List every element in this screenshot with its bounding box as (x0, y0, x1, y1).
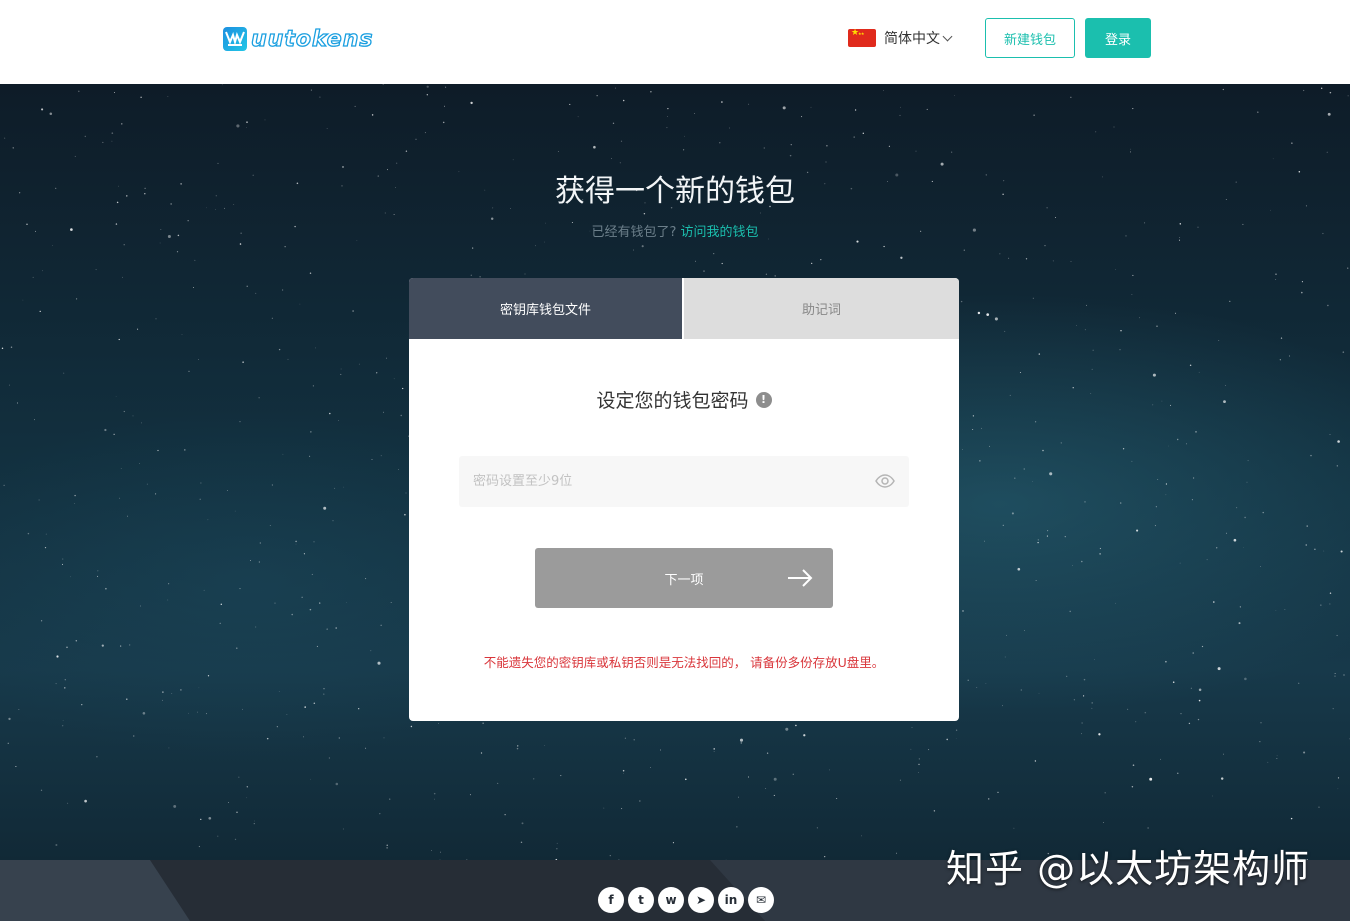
language-selector[interactable]: 简体中文 (848, 26, 953, 50)
wallet-card: 密钥库钱包文件 助记词 设定您的钱包密码 ! 下一项 不能遗失您的密钥库或私钥否… (409, 278, 959, 721)
logo[interactable]: uutokens (223, 26, 373, 52)
tab-bar: 密钥库钱包文件 助记词 (409, 278, 959, 339)
new-wallet-button[interactable]: 新建钱包 (985, 18, 1075, 58)
top-header: uutokens 简体中文 新建钱包 登录 (0, 0, 1350, 84)
next-button-label: 下一项 (664, 572, 704, 588)
facebook-icon[interactable]: f (598, 887, 624, 913)
language-label: 简体中文 (884, 31, 940, 47)
logo-text: uutokens (250, 26, 374, 52)
info-icon[interactable]: ! (755, 391, 772, 408)
watermark: 知乎 @以太坊架构师 (946, 847, 1311, 891)
china-flag-icon (848, 29, 876, 47)
page-title: 获得一个新的钱包 (555, 174, 795, 209)
login-button[interactable]: 登录 (1085, 18, 1151, 58)
backup-warning: 不能遗失您的密钥库或私钥否则是无法找回的， 请备份多份存放U盘里。 (483, 655, 885, 670)
hero-subtitle: 已经有钱包了? 访问我的钱包 (0, 221, 1350, 240)
password-field-wrapper (459, 456, 909, 507)
tab-keystore-file[interactable]: 密钥库钱包文件 (409, 278, 684, 339)
social-links: f t w ➤ in ✉ (598, 887, 774, 913)
linkedin-icon[interactable]: in (718, 887, 744, 913)
arrow-right-icon (787, 568, 813, 592)
password-heading: 设定您的钱包密码 ! (409, 386, 959, 413)
subtitle-prefix: 已经有钱包了? (591, 225, 677, 240)
password-heading-text: 设定您的钱包密码 (596, 390, 749, 412)
chevron-down-icon (942, 31, 953, 41)
hero-background: 获得一个新的钱包 已经有钱包了? 访问我的钱包 密钥库钱包文件 助记词 设定您的… (0, 84, 1350, 921)
telegram-icon[interactable]: ➤ (688, 887, 714, 913)
access-wallet-link[interactable]: 访问我的钱包 (681, 225, 759, 240)
password-input[interactable] (459, 456, 869, 507)
twitter-icon[interactable]: t (628, 887, 654, 913)
eye-icon[interactable] (875, 473, 895, 492)
logo-icon (223, 27, 247, 51)
weibo-icon[interactable]: w (658, 887, 684, 913)
next-button[interactable]: 下一项 (535, 548, 833, 608)
wechat-icon[interactable]: ✉ (748, 887, 774, 913)
tab-mnemonic[interactable]: 助记词 (684, 278, 959, 339)
